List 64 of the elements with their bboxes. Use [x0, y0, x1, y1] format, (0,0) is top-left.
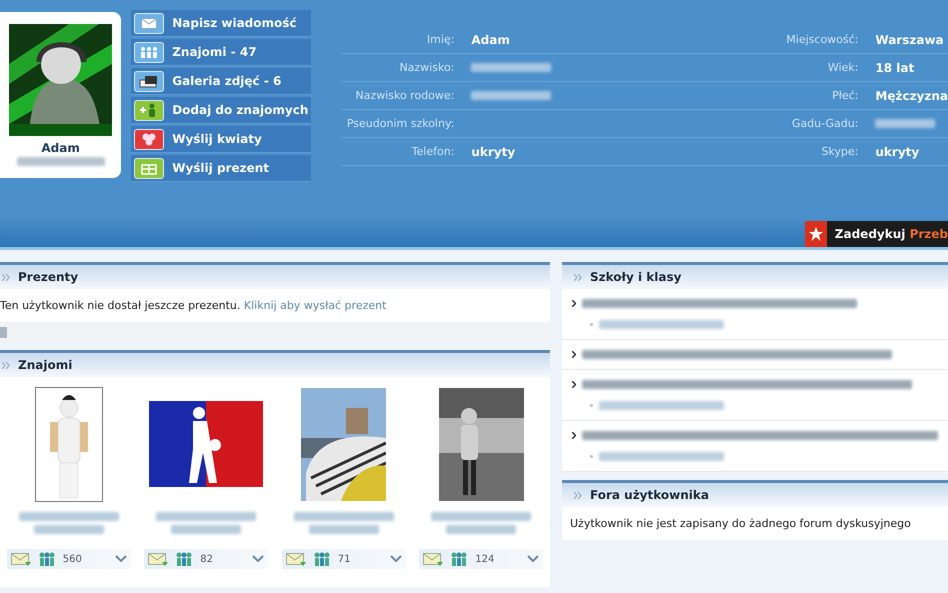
- friend-count: 71: [338, 554, 352, 564]
- action-button[interactable]: Galeria zdjęć - 6: [131, 68, 312, 95]
- friend-count: 124: [475, 554, 496, 564]
- bullet-icon: [572, 300, 576, 307]
- chevron-icon: [574, 492, 582, 498]
- dropdown-chevron-icon[interactable]: [390, 555, 402, 563]
- chevron-icon: [2, 362, 10, 368]
- flowers-icon: [134, 128, 164, 150]
- friend-count: 560: [62, 554, 83, 564]
- gift-icon: [134, 158, 164, 178]
- field-value: Warszawa: [875, 32, 945, 46]
- envelope-icon: [423, 552, 444, 566]
- friend-count: 82: [200, 554, 214, 564]
- field-value: ukryty: [875, 144, 920, 158]
- field-label: Gadu-Gadu:: [790, 117, 858, 130]
- panel-title: Szkoły i klasy: [590, 270, 682, 284]
- field-label: Miejscowość:: [785, 33, 858, 46]
- field-label: Skype:: [820, 145, 858, 158]
- field-label: Wiek:: [826, 61, 858, 74]
- field-label: Płeć:: [831, 89, 858, 102]
- dropdown-chevron-icon[interactable]: [527, 555, 540, 563]
- dedicate-button[interactable]: Zadedykuj Przeb: [805, 221, 948, 247]
- envelope-icon: [286, 552, 306, 566]
- people-icon: [312, 552, 332, 566]
- action-button[interactable]: Wyślij kwiaty: [131, 126, 312, 153]
- field-value: Mężczyzna: [875, 88, 948, 102]
- people-icon: [449, 552, 470, 566]
- people-icon: [174, 552, 194, 566]
- photos-icon: [134, 70, 164, 92]
- field-label: Pseudonim szkolny:: [346, 117, 454, 130]
- panel-title: Fora użytkownika: [590, 488, 709, 502]
- forums-message: Użytkownik nie jest zapisany do żadnego forum dyskusyjnego: [569, 516, 912, 532]
- dropdown-chevron-icon[interactable]: [252, 555, 264, 563]
- gifts-message: Ten użytkownik nie dostał jeszcze prezentu. Kliknij aby wysłać prezent: [0, 298, 388, 314]
- chevron-icon: [574, 274, 582, 280]
- action-button[interactable]: Znajomi - 47: [131, 39, 312, 66]
- envelope-icon: [148, 552, 168, 566]
- panel-title: Znajomi: [18, 358, 72, 372]
- field-label: Telefon:: [410, 145, 454, 158]
- bullet-icon: [590, 455, 593, 458]
- bullet-icon: [572, 432, 576, 439]
- field-value: 18 lat: [875, 60, 916, 74]
- envelope-icon: [134, 12, 164, 34]
- action-button[interactable]: Napisz wiadomość: [131, 10, 312, 37]
- action-button[interactable]: Dodaj do znajomych: [131, 97, 312, 124]
- field-value: ukryty: [471, 144, 516, 158]
- people-icon: [36, 552, 57, 566]
- people-icon: [134, 42, 164, 62]
- field-label: Imię:: [426, 33, 454, 46]
- bullet-icon: [572, 381, 576, 388]
- bullet-icon: [572, 351, 576, 358]
- envelope-icon: [10, 552, 31, 566]
- bullet-icon: [590, 404, 593, 407]
- dropdown-chevron-icon[interactable]: [114, 555, 127, 563]
- panel-title: Prezenty: [18, 270, 78, 284]
- field-label: Nazwisko rodowe:: [354, 89, 454, 102]
- add-person-icon: [134, 100, 164, 120]
- chevron-icon: [2, 274, 10, 280]
- action-button[interactable]: Wyślij prezent: [131, 155, 312, 182]
- field-label: Nazwisko:: [398, 61, 454, 74]
- profile-name: Adam: [41, 141, 80, 155]
- send-gift-link[interactable]: Kliknij aby wysłać prezent: [244, 299, 386, 312]
- bullet-icon: [590, 323, 593, 326]
- field-value: Adam: [471, 32, 511, 46]
